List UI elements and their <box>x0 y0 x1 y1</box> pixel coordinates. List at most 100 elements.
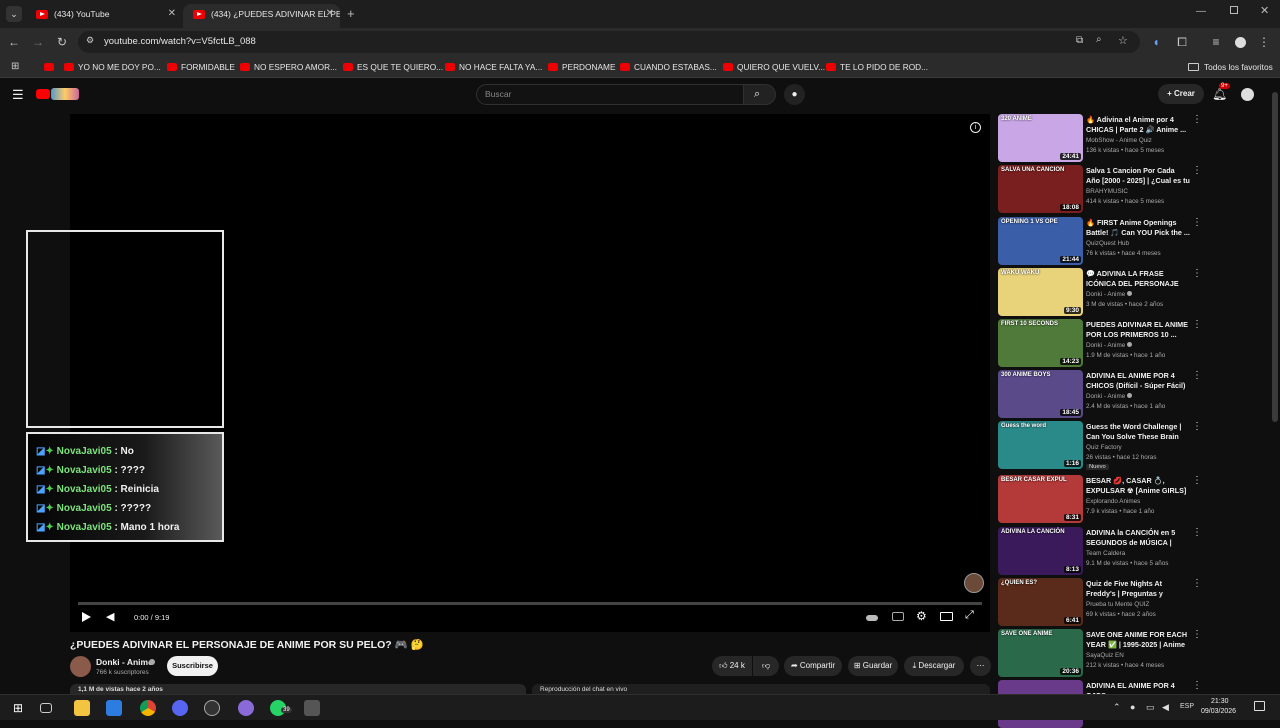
video-thumbnail[interactable]: FIRST 10 SECONDS 14:23 <box>998 319 1083 367</box>
calculator-icon[interactable] <box>304 700 320 716</box>
video-thumbnail[interactable]: 320 ANIME 24:41 <box>998 114 1083 162</box>
more-options-icon[interactable]: ⋮ <box>1192 629 1202 640</box>
share-button[interactable]: ➦ Compartir <box>784 656 842 676</box>
close-tab-icon[interactable]: ✕ <box>168 4 176 24</box>
download-button[interactable]: ⤓ Descargar <box>904 656 964 676</box>
chrome-icon[interactable] <box>140 700 156 716</box>
tab-list-menu-icon[interactable]: ⌄ <box>6 6 22 22</box>
subscribe-button[interactable]: Suscribirse <box>167 656 218 676</box>
media-control-icon[interactable]: ≡ <box>1206 28 1226 56</box>
close-window-button[interactable]: ✕ <box>1260 4 1269 17</box>
video-thumbnail[interactable]: OPENING 1 VS OPE 21:44 <box>998 217 1083 265</box>
hamburger-menu-icon[interactable]: ☰ <box>12 87 24 103</box>
more-options-icon[interactable]: ⋮ <box>1192 578 1202 589</box>
more-options-icon[interactable]: ⋮ <box>1192 421 1202 432</box>
autoplay-toggle[interactable] <box>866 615 878 621</box>
more-options-icon[interactable]: ⋮ <box>1192 165 1202 176</box>
video-title[interactable]: Guess the Word Challenge | Can You Solve… <box>1086 422 1190 443</box>
bookmark-item[interactable]: YO NO ME DOY PO... <box>64 56 161 78</box>
video-thumbnail[interactable]: 300 ANIME BOYS 18:45 <box>998 370 1083 418</box>
forward-arrow-icon[interactable]: → <box>28 28 48 56</box>
account-avatar[interactable] <box>1241 88 1254 101</box>
restore-window-button[interactable] <box>1230 6 1238 14</box>
subtitles-icon[interactable] <box>892 612 904 621</box>
all-bookmarks-folder[interactable]: Todos los favoritos <box>1188 56 1273 78</box>
recommended-video[interactable]: 300 ANIME BOYS 18:45 ADIVINA EL ANIME POR … <box>998 370 1268 420</box>
reload-icon[interactable]: ↻ <box>52 28 72 56</box>
more-options-icon[interactable]: ⋮ <box>1192 475 1202 486</box>
browser-menu-icon[interactable]: ⋮ <box>1254 28 1274 56</box>
tab-current-video[interactable]: (434) ¿PUEDES ADIVINAR EL PE ✕ <box>183 4 340 28</box>
page-scrollbar[interactable] <box>1272 92 1278 422</box>
video-title[interactable]: 💬 ADIVINA LA FRASE ICÓNICA DEL PERSONAJE… <box>1086 269 1190 290</box>
channel-avatar[interactable] <box>70 656 91 677</box>
video-thumbnail[interactable]: ADIVINA LA CANCIÓN 8:13 <box>998 527 1083 575</box>
more-actions-button[interactable]: ⋯ <box>970 656 991 676</box>
video-title[interactable]: ADIVINA la CANCIÓN en 5 SEGUNDOS de MÚSI… <box>1086 528 1190 549</box>
discord-icon[interactable] <box>172 700 188 716</box>
more-options-icon[interactable]: ⋮ <box>1192 680 1202 691</box>
video-title[interactable]: SAVE ONE ANIME FOR EACH YEAR ✅ | 1995-20… <box>1086 630 1190 651</box>
network-icon[interactable]: ▭ <box>1146 702 1155 713</box>
more-options-icon[interactable]: ⋮ <box>1192 370 1202 381</box>
create-button[interactable]: + Crear <box>1158 84 1204 104</box>
voice-search-button[interactable]: ● <box>784 84 805 105</box>
video-title[interactable]: Quiz de Five Nights At Freddy's | Pregun… <box>1086 579 1190 600</box>
language-indicator[interactable]: ESP <box>1180 703 1194 710</box>
extension-icon[interactable]: ◖ <box>1146 28 1166 56</box>
video-thumbnail[interactable]: ¿QUIEN ES? 6:41 <box>998 578 1083 626</box>
recommended-video[interactable]: SALVA UNA CANCION 18:08 Salva 1 Cancion Po… <box>998 165 1268 215</box>
progress-bar[interactable] <box>78 602 982 605</box>
channel-name[interactable]: Donki - Anime <box>96 657 153 667</box>
close-tab-icon[interactable]: ✕ <box>326 4 334 24</box>
new-tab-button[interactable]: + <box>347 6 355 21</box>
streaming-app-icon[interactable] <box>238 700 254 716</box>
search-input[interactable]: Buscar <box>476 84 744 105</box>
recommended-video[interactable]: 320 ANIME 24:41 🔥 Adivina el Anime por 4 C… <box>998 114 1268 164</box>
search-button[interactable]: ⌕ <box>744 84 776 105</box>
speaker-icon[interactable]: ◀︎ <box>1162 702 1169 713</box>
video-thumbnail[interactable]: BESAR CASAR EXPUL 8:31 <box>998 475 1083 523</box>
extensions-puzzle-icon[interactable]: ⧠ <box>1172 28 1192 56</box>
zoom-icon[interactable]: ⌕ <box>1096 34 1102 45</box>
volume-icon[interactable]: ◀︎ <box>106 610 114 623</box>
bookmark-folder-icon[interactable] <box>44 63 54 71</box>
bookmark-star-icon[interactable]: ☆ <box>1118 34 1128 47</box>
info-icon[interactable]: i <box>970 122 981 133</box>
bookmark-item[interactable]: PERDONAME <box>548 56 615 78</box>
video-title[interactable]: PUEDES ADIVINAR EL ANIME POR LOS PRIMERO… <box>1086 320 1190 340</box>
play-button[interactable] <box>82 612 91 622</box>
more-options-icon[interactable]: ⋮ <box>1192 217 1202 228</box>
more-options-icon[interactable]: ⋮ <box>1192 319 1202 330</box>
recommended-video[interactable]: SAVE ONE ANIME 20:36 SAVE ONE ANIME FOR EA… <box>998 629 1268 679</box>
settings-gear-icon[interactable]: ⚙ <box>916 609 927 623</box>
bookmark-item[interactable]: ES QUE TE QUIERO... <box>343 56 443 78</box>
video-thumbnail[interactable]: Guess the word 1:16 <box>998 421 1083 469</box>
save-button[interactable]: ⊞ Guardar <box>848 656 898 676</box>
channel-watermark[interactable] <box>964 573 984 593</box>
recommended-video[interactable]: ¿QUIEN ES? 6:41 Quiz de Five Nights At Fre… <box>998 578 1268 628</box>
minimize-window-button[interactable]: — <box>1196 6 1206 17</box>
tray-overflow-icon[interactable]: ⌃ <box>1113 702 1121 713</box>
video-title[interactable]: BESAR 💋, CASAR 💍, EXPULSAR ☢ [Anime GIRL… <box>1086 476 1190 497</box>
task-view-icon[interactable] <box>40 703 52 713</box>
bookmark-item[interactable]: NO HACE FALTA YA... <box>445 56 542 78</box>
microphone-tray-icon[interactable]: ● <box>1130 702 1135 712</box>
site-info-icon[interactable]: ⚙ <box>86 35 94 46</box>
notifications-bell-icon[interactable]: 🔔︎ <box>1212 87 1227 101</box>
recommended-video[interactable]: ADIVINA LA CANCIÓN 8:13 ADIVINA la CANCIÓN… <box>998 527 1268 577</box>
recommended-video[interactable]: OPENING 1 VS OPE 21:44 🔥 FIRST Anime Openi… <box>998 217 1268 267</box>
file-explorer-icon[interactable] <box>74 700 90 716</box>
clock-date[interactable]: 09/03/2026 <box>1201 708 1236 715</box>
recommended-video[interactable]: ADIVINA EL ANIME POR 4 OJOS⋮ <box>998 680 1268 728</box>
start-button-icon[interactable]: ⊞ <box>10 700 26 716</box>
video-player[interactable]: i ◪✦ NovaJavi05 : No ◪✦ NovaJavi05 : ???… <box>26 114 990 632</box>
like-button[interactable]: 👍︎ 24 k <box>712 656 752 676</box>
recommended-video[interactable]: FIRST 10 SECONDS 14:23 PUEDES ADIVINAR EL … <box>998 319 1268 369</box>
apps-grid-icon[interactable]: ⊞ <box>11 61 19 72</box>
bookmark-item[interactable]: QUIERO QUE VUELV... <box>723 56 825 78</box>
video-title[interactable]: 🔥 FIRST Anime Openings Battle! 🎵 Can YOU… <box>1086 218 1190 238</box>
recommended-video[interactable]: WAKU WAKU 9:30 💬 ADIVINA LA FRASE ICÓNICA … <box>998 268 1268 318</box>
video-thumbnail[interactable]: SALVA UNA CANCION 18:08 <box>998 165 1083 213</box>
more-options-icon[interactable]: ⋮ <box>1192 268 1202 279</box>
